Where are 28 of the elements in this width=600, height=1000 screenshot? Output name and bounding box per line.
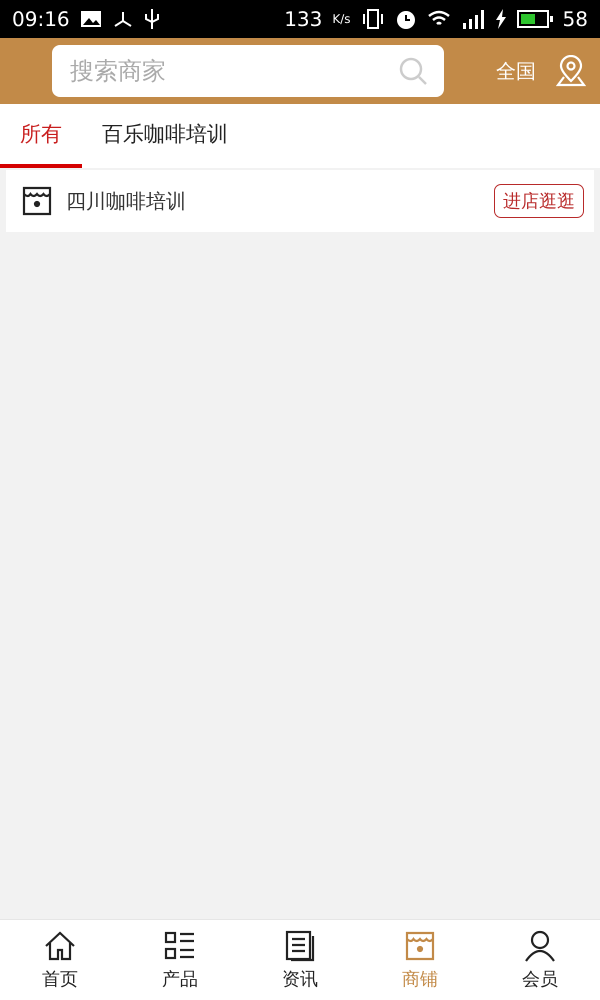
newspaper-icon bbox=[283, 929, 317, 963]
enter-shop-button[interactable]: 进店逛逛 bbox=[494, 184, 584, 218]
image-icon bbox=[80, 10, 102, 28]
store-icon bbox=[403, 929, 437, 963]
nav-tab[interactable]: 产品 bbox=[120, 920, 240, 1000]
nav-tab[interactable]: 会员 bbox=[480, 920, 600, 1000]
share-icon bbox=[112, 9, 134, 29]
search-icon bbox=[398, 56, 428, 86]
nav-tab[interactable]: 首页 bbox=[0, 920, 120, 1000]
battery-percent: 58 bbox=[562, 7, 588, 31]
signal-icon bbox=[460, 9, 485, 29]
shop-name: 四川咖啡培训 bbox=[66, 188, 187, 214]
shop-row[interactable]: 四川咖啡培训 进店逛逛 bbox=[6, 170, 594, 232]
category-tab[interactable]: 百乐咖啡培训 bbox=[82, 104, 248, 168]
battery-icon bbox=[516, 10, 553, 28]
location-pin-icon[interactable] bbox=[556, 55, 586, 87]
clock-time: 09:16 bbox=[12, 7, 70, 31]
network-speed: 133 bbox=[284, 7, 322, 31]
usb-icon bbox=[144, 8, 160, 30]
speed-unit: K/s bbox=[332, 12, 351, 26]
user-icon bbox=[523, 929, 557, 963]
alarm-icon bbox=[394, 8, 417, 30]
charging-icon bbox=[494, 9, 507, 29]
home-icon bbox=[43, 929, 77, 963]
store-icon bbox=[20, 184, 54, 218]
search-box[interactable]: 搜索商家 bbox=[52, 45, 444, 97]
vibrate-icon bbox=[360, 8, 385, 30]
nav-tab[interactable]: 资讯 bbox=[240, 920, 360, 1000]
